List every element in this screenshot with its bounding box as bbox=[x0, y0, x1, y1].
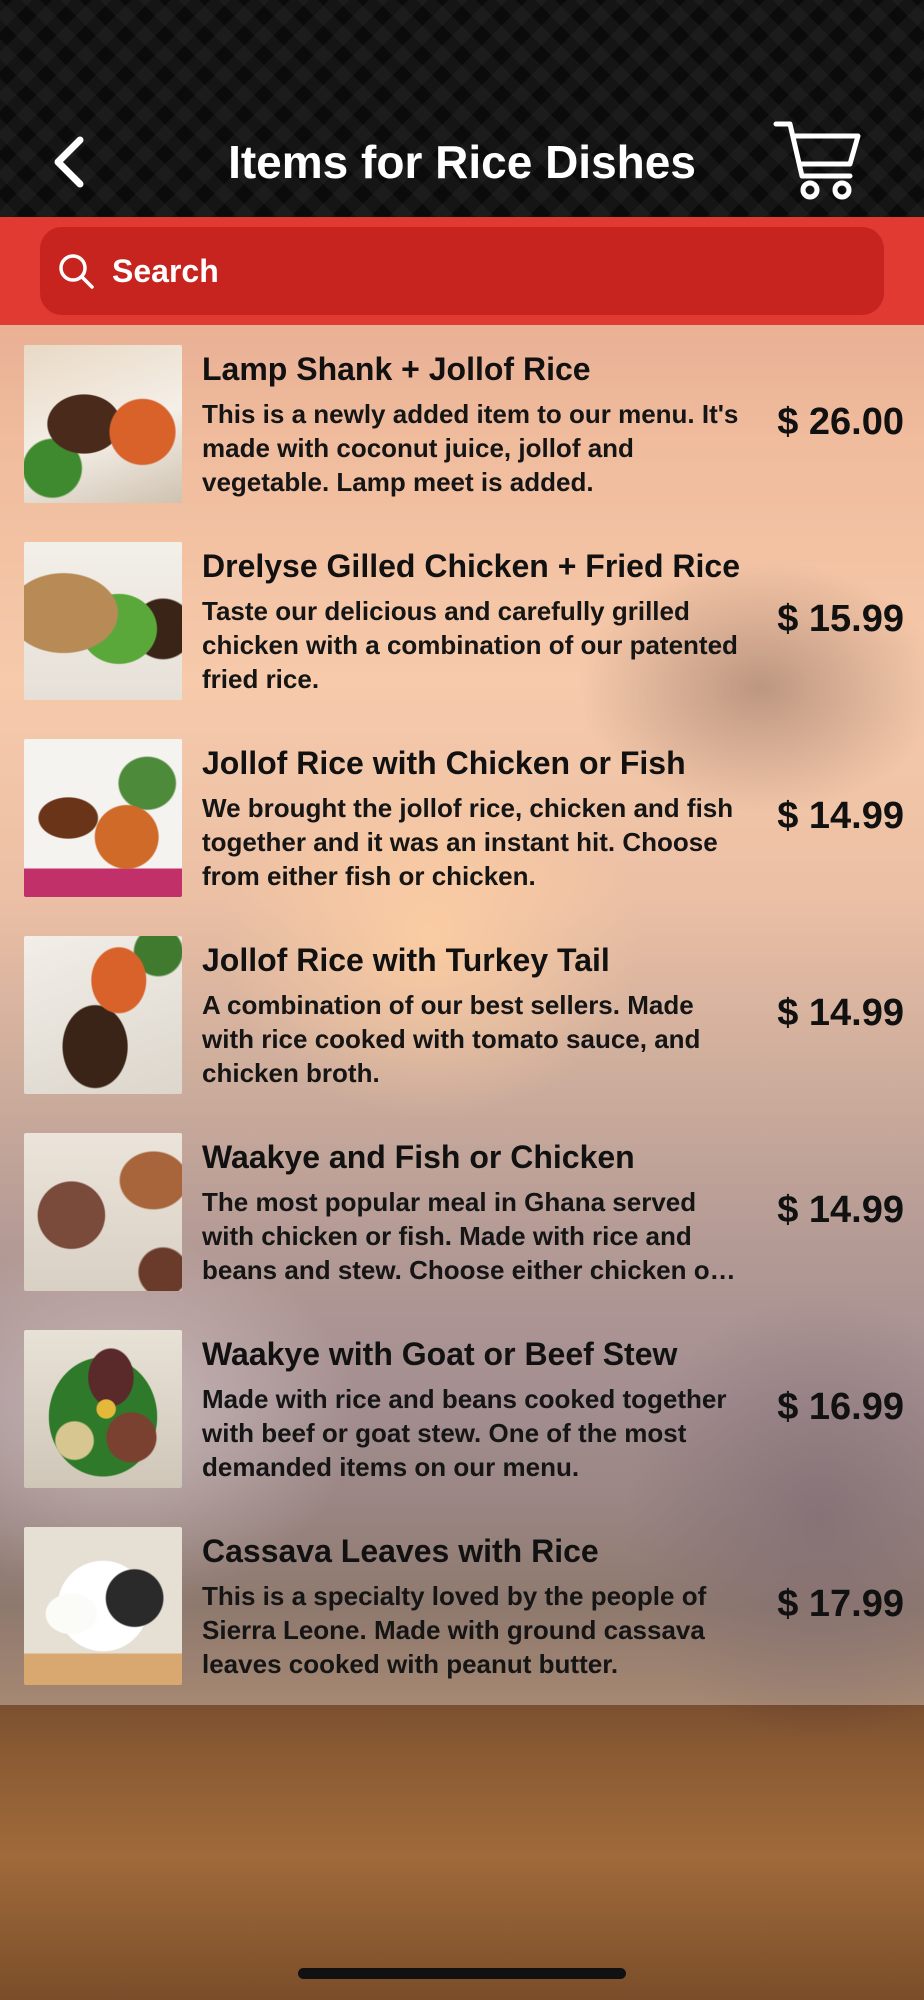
item-price: $ 14.99 bbox=[777, 992, 904, 1034]
cart-button[interactable] bbox=[772, 118, 862, 204]
page-title: Items for Rice Dishes bbox=[228, 136, 696, 188]
item-price: $ 26.00 bbox=[777, 401, 904, 443]
cart-icon bbox=[773, 121, 861, 200]
item-name: Waakye with Goat or Beef Stew bbox=[202, 1336, 678, 1372]
item-thumbnail bbox=[24, 345, 182, 503]
item-price: $ 17.99 bbox=[777, 1583, 904, 1625]
nav-header: Items for Rice Dishes bbox=[0, 0, 924, 217]
search-input[interactable] bbox=[112, 241, 872, 301]
item-price: $ 14.99 bbox=[777, 795, 904, 837]
menu-item[interactable]: Lamp Shank + Jollof Rice This is a newly… bbox=[0, 325, 924, 522]
item-description: A combination of our best sellers. Made … bbox=[202, 990, 701, 1088]
item-description: Made with rice and beans cooked together… bbox=[202, 1384, 727, 1482]
item-name: Waakye and Fish or Chicken bbox=[202, 1139, 635, 1175]
item-price: $ 15.99 bbox=[777, 598, 904, 640]
item-thumbnail bbox=[24, 739, 182, 897]
item-description: We brought the jollof rice, chicken and … bbox=[202, 793, 734, 891]
item-description: Taste our delicious and carefully grille… bbox=[202, 596, 738, 694]
menu-item[interactable]: Drelyse Gilled Chicken + Fried Rice Tast… bbox=[0, 522, 924, 719]
item-name: Jollof Rice with Chicken or Fish bbox=[202, 745, 686, 781]
item-name: Cassava Leaves with Rice bbox=[202, 1533, 599, 1569]
search-icon bbox=[59, 254, 94, 289]
item-description: This is a newly added item to our menu. … bbox=[202, 399, 739, 497]
menu-item[interactable]: Cassava Leaves with Rice This is a speci… bbox=[0, 1507, 924, 1704]
item-thumbnail bbox=[24, 1330, 182, 1488]
search-bar bbox=[0, 217, 924, 325]
item-thumbnail bbox=[24, 542, 182, 700]
menu-item[interactable]: Waakye and Fish or Chicken The most popu… bbox=[0, 1113, 924, 1310]
home-indicator[interactable] bbox=[298, 1968, 626, 1979]
menu-item[interactable]: Waakye with Goat or Beef Stew Made with … bbox=[0, 1310, 924, 1507]
item-thumbnail bbox=[24, 936, 182, 1094]
item-price: $ 14.99 bbox=[777, 1189, 904, 1231]
item-thumbnail bbox=[24, 1133, 182, 1291]
item-thumbnail bbox=[24, 1527, 182, 1685]
menu-item-list: Lamp Shank + Jollof Rice This is a newly… bbox=[0, 325, 924, 1705]
item-description: This is a specialty loved by the people … bbox=[202, 1581, 707, 1679]
search-field[interactable] bbox=[40, 227, 884, 315]
item-price: $ 16.99 bbox=[777, 1386, 904, 1428]
menu-item[interactable]: Jollof Rice with Chicken or Fish We brou… bbox=[0, 719, 924, 916]
back-button[interactable] bbox=[44, 130, 94, 194]
item-description: The most popular meal in Ghana served wi… bbox=[202, 1187, 720, 1285]
item-name: Drelyse Gilled Chicken + Fried Rice bbox=[202, 548, 740, 584]
menu-item[interactable]: Jollof Rice with Turkey Tail A combinati… bbox=[0, 916, 924, 1113]
item-name: Lamp Shank + Jollof Rice bbox=[202, 351, 591, 387]
item-name: Jollof Rice with Turkey Tail bbox=[202, 942, 610, 978]
chevron-left-icon bbox=[54, 136, 84, 188]
